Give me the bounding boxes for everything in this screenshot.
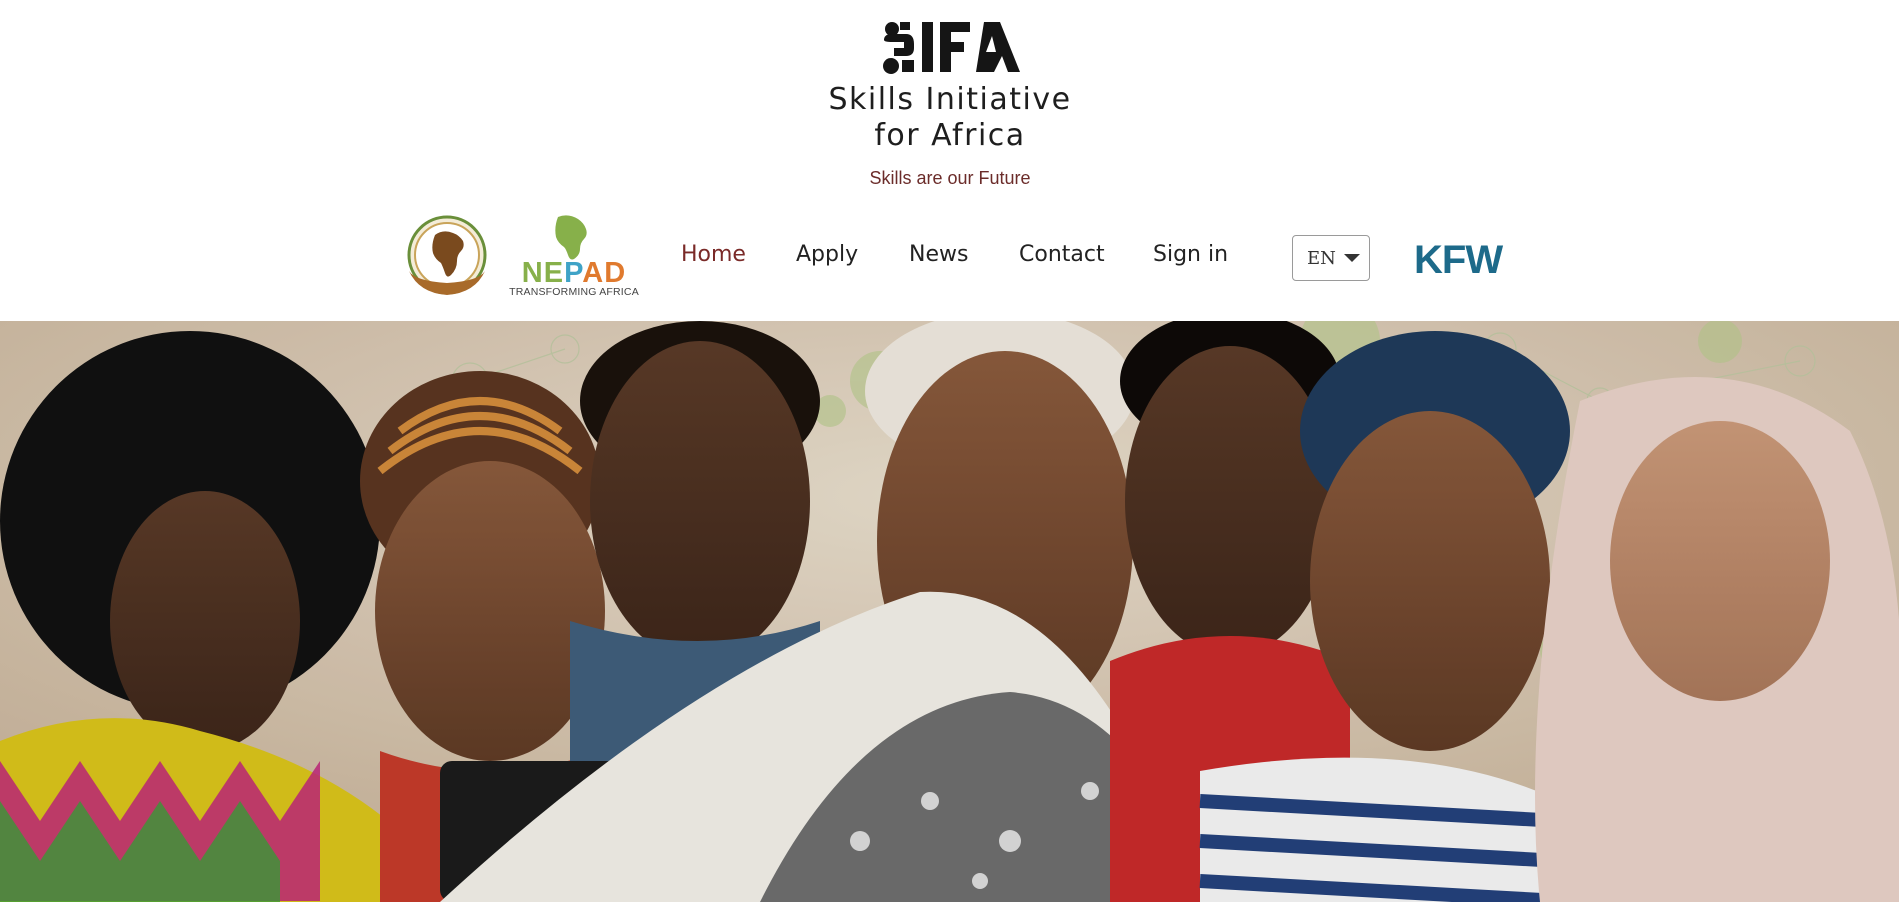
site-title-line2: for Africa — [874, 118, 1026, 153]
site-title-line1: Skills Initiative — [828, 82, 1072, 117]
language-select[interactable]: EN — [1292, 235, 1370, 281]
nepad-logo[interactable]: NEPAD TRANSFORMING AFRICA — [508, 213, 640, 301]
nepad-africa-icon — [555, 215, 587, 260]
nav-apply[interactable]: Apply — [796, 242, 858, 267]
nepad-letter: D — [604, 257, 627, 289]
nav-news[interactable]: News — [909, 242, 968, 267]
nepad-letter: A — [582, 257, 605, 289]
nepad-letter: P — [564, 257, 583, 289]
african-union-logo[interactable] — [401, 213, 493, 299]
language-selected: EN — [1307, 247, 1336, 269]
nav-sign-in[interactable]: Sign in — [1153, 242, 1228, 267]
hero-image — [0, 321, 1899, 902]
caret-down-icon — [1343, 254, 1360, 262]
hero-photo — [0, 321, 1899, 902]
sifa-logo[interactable] — [878, 18, 1022, 76]
page: Skills Initiative for Africa Skills are … — [0, 0, 1899, 902]
nepad-letter: N — [521, 257, 544, 289]
site-header: Skills Initiative for Africa Skills are … — [0, 0, 1899, 200]
nepad-wordmark: NEPAD — [508, 258, 640, 288]
nepad-letter: E — [543, 257, 565, 289]
nav-home[interactable]: Home — [681, 242, 746, 267]
kfw-logo[interactable]: KFW — [1414, 238, 1503, 282]
nepad-subtitle: TRANSFORMING AFRICA — [509, 286, 639, 298]
site-title: Skills Initiative for Africa — [700, 82, 1200, 154]
site-tagline: Skills are our Future — [869, 168, 1031, 188]
nav-contact[interactable]: Contact — [1019, 242, 1105, 267]
